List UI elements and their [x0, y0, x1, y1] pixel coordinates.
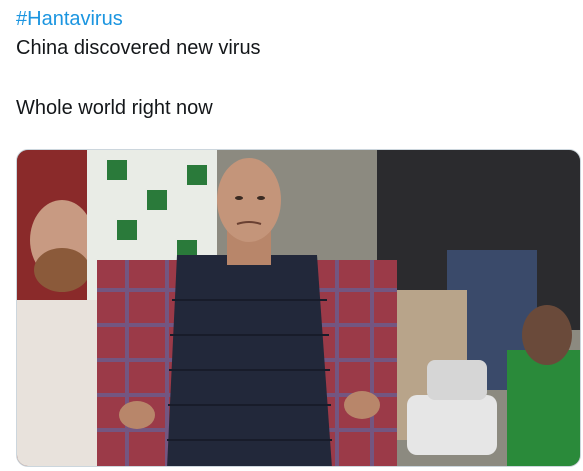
tweet-photo[interactable]: [16, 149, 581, 467]
hashtag-link[interactable]: #Hantavirus: [16, 7, 123, 31]
tweet-text-line-1: China discovered new virus: [16, 37, 261, 59]
tweet-text-line-2: Whole world right now: [16, 97, 213, 119]
photo-illustration: [17, 150, 580, 466]
tweet: #Hantavirus China discovered new virus W…: [0, 0, 583, 471]
